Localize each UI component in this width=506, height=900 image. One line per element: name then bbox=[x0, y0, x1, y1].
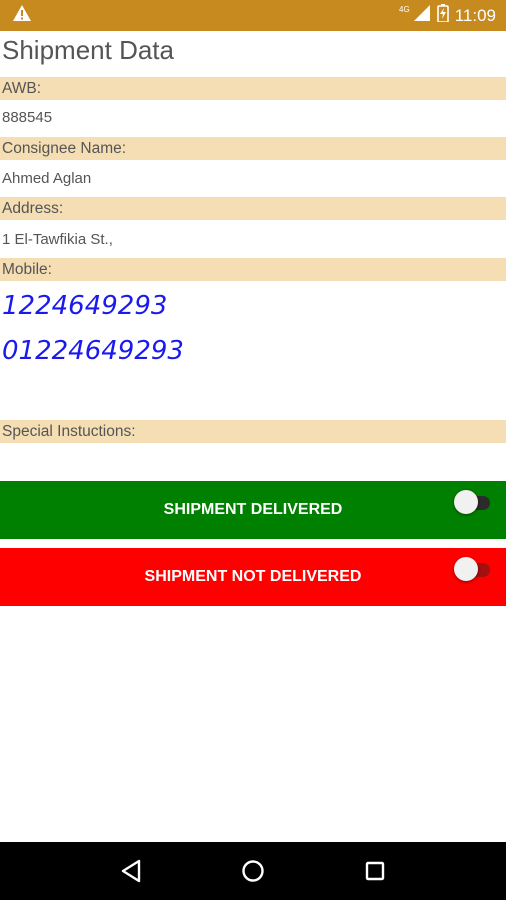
status-bar: 4G 11:09 bbox=[0, 0, 506, 31]
toggle-thumb bbox=[454, 557, 478, 581]
status-time: 11:09 bbox=[454, 5, 496, 25]
special-instructions-label: Special Instuctions: bbox=[0, 420, 506, 443]
address-label: Address: bbox=[0, 197, 506, 220]
shipment-delivered-label: SHIPMENT DELIVERED bbox=[163, 501, 343, 518]
not-delivered-toggle[interactable] bbox=[454, 554, 490, 581]
home-icon[interactable] bbox=[238, 856, 268, 886]
shipment-not-delivered-label: SHIPMENT NOT DELIVERED bbox=[144, 568, 362, 585]
toggle-thumb bbox=[454, 490, 478, 514]
mobile-number-link[interactable]: 01224649293 bbox=[2, 336, 184, 366]
awb-label: AWB: bbox=[0, 77, 506, 100]
consignee-label: Consignee Name: bbox=[0, 137, 506, 160]
navigation-bar bbox=[0, 842, 506, 900]
page-title: Shipment Data bbox=[2, 35, 174, 65]
mobile-label: Mobile: bbox=[0, 258, 506, 281]
network-type: 4G bbox=[399, 5, 410, 14]
mobile-number-link[interactable]: 1224649293 bbox=[2, 291, 167, 321]
awb-value: 888545 bbox=[2, 109, 53, 126]
shipment-not-delivered-row[interactable]: SHIPMENT NOT DELIVERED bbox=[0, 548, 506, 606]
shipment-delivered-row[interactable]: SHIPMENT DELIVERED bbox=[0, 481, 506, 539]
screen: 4G 11:09 Shipment Data AWB: 888545 Consi… bbox=[0, 0, 506, 900]
delivered-toggle[interactable] bbox=[454, 487, 490, 514]
battery-charging-icon bbox=[436, 4, 449, 27]
consignee-value: Ahmed Aglan bbox=[2, 170, 92, 187]
signal-icon bbox=[413, 4, 431, 27]
recents-icon[interactable] bbox=[360, 856, 390, 886]
address-value: 1 El-Tawfikia St., bbox=[2, 231, 113, 248]
warning-icon bbox=[12, 4, 32, 27]
back-icon[interactable] bbox=[116, 856, 146, 886]
